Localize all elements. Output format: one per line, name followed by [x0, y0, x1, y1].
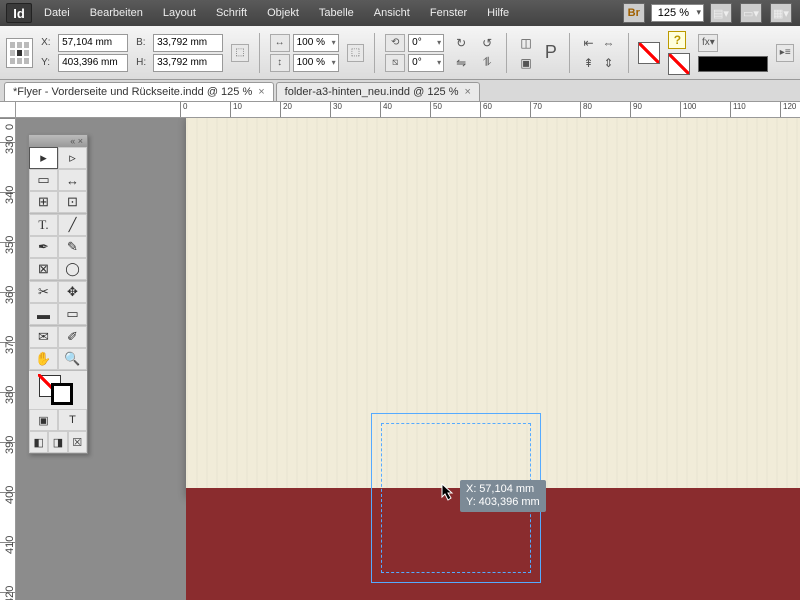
help-icon[interactable]: ?: [668, 31, 686, 49]
tools-panel[interactable]: « × ▸ ▹ ▭ ↔ ⊞ ⊡ T. ╱ ✒ ✎ ⊠ ◯ ✂ ✥ ▬ ▭ ✉ ✐…: [28, 134, 88, 454]
x-label: X:: [41, 37, 55, 48]
pen-tool[interactable]: ✒: [29, 236, 58, 258]
scale-x-field[interactable]: 100 %: [293, 34, 339, 52]
rotate-ccw-icon[interactable]: ↺: [478, 34, 496, 52]
select-content-icon[interactable]: ▣: [517, 54, 535, 72]
p-icon[interactable]: P: [543, 44, 559, 62]
scale-y-icon: ↕: [270, 54, 290, 72]
hand-tool[interactable]: ✋: [29, 348, 58, 370]
direct-selection-tool[interactable]: ▹: [58, 147, 87, 169]
formatting-text-icon[interactable]: T: [58, 409, 87, 431]
menu-window[interactable]: Fenster: [422, 4, 475, 22]
fill-stroke-proxy[interactable]: [29, 371, 87, 409]
apply-none-icon[interactable]: ☒: [68, 431, 87, 453]
zoom-level-select[interactable]: 125 %: [651, 4, 704, 22]
screen-mode-icon[interactable]: ▭▾: [740, 3, 762, 23]
stroke-proxy[interactable]: [51, 383, 73, 405]
align-left-icon[interactable]: ⇤: [580, 34, 598, 52]
y-field[interactable]: 403,396 mm: [58, 54, 128, 72]
scale-y-field[interactable]: 100 %: [293, 54, 339, 72]
h-label: H:: [136, 57, 150, 68]
pencil-tool[interactable]: ✎: [58, 236, 87, 258]
width-field[interactable]: 33,792 mm: [153, 34, 223, 52]
gap-tool[interactable]: ↔: [58, 169, 87, 191]
align-top-icon[interactable]: ⇞: [580, 54, 598, 72]
select-container-icon[interactable]: ◫: [517, 34, 535, 52]
flip-v-icon[interactable]: ⥮: [478, 54, 496, 72]
effects-icon[interactable]: fx▾: [698, 34, 718, 52]
height-field[interactable]: 33,792 mm: [153, 54, 223, 72]
rectangle-frame-tool[interactable]: ⊠: [29, 258, 58, 280]
document-tab-1-label: *Flyer - Vorderseite und Rückseite.indd …: [13, 86, 252, 98]
bridge-icon[interactable]: Br: [623, 3, 645, 23]
apply-gradient-icon[interactable]: ◨: [48, 431, 67, 453]
constrain-wh-icon[interactable]: ⬚: [231, 44, 249, 62]
document-canvas[interactable]: X: 57,104 mm Y: 403,396 mm: [16, 118, 800, 600]
document-tab-2[interactable]: folder-a3-hinten_neu.indd @ 125 % ×: [276, 82, 480, 101]
close-icon[interactable]: ×: [465, 86, 471, 98]
cursor-arrow: [441, 483, 455, 501]
align-center-icon[interactable]: ⇔: [600, 34, 618, 52]
rotation-field[interactable]: 0°: [408, 34, 444, 52]
menu-table[interactable]: Tabelle: [311, 4, 362, 22]
panel-menu-icon[interactable]: ▸≡: [776, 44, 794, 62]
close-icon[interactable]: ×: [258, 86, 264, 98]
gradient-feather-tool[interactable]: ▭: [58, 303, 87, 325]
ellipse-tool[interactable]: ◯: [58, 258, 87, 280]
view-options-icon[interactable]: ▤▾: [710, 3, 732, 23]
free-transform-tool[interactable]: ✥: [58, 281, 87, 303]
w-label: B:: [136, 37, 150, 48]
note-tool[interactable]: ✉: [29, 326, 58, 348]
menu-view[interactable]: Ansicht: [366, 4, 418, 22]
ruler-origin[interactable]: [0, 102, 16, 118]
line-tool[interactable]: ╱: [58, 214, 87, 236]
selection-tool[interactable]: ▸: [29, 147, 58, 169]
fill-swatch[interactable]: [638, 42, 660, 64]
scale-x-icon: ↔: [270, 34, 290, 52]
menu-file[interactable]: Datei: [36, 4, 78, 22]
type-tool[interactable]: T.: [29, 214, 58, 236]
menubar: Id Datei Bearbeiten Layout Schrift Objek…: [0, 0, 800, 26]
tools-panel-header[interactable]: « ×: [29, 135, 87, 147]
apply-color-icon[interactable]: ◧: [29, 431, 48, 453]
gradient-swatch-tool[interactable]: ▬: [29, 303, 58, 325]
page-tool[interactable]: ▭: [29, 169, 58, 191]
reference-point[interactable]: [6, 38, 33, 68]
stroke-style[interactable]: [698, 56, 768, 72]
menu-type[interactable]: Schrift: [208, 4, 255, 22]
menu-edit[interactable]: Bearbeiten: [82, 4, 151, 22]
formatting-container-icon[interactable]: ▣: [29, 409, 58, 431]
vertical-ruler[interactable]: 0 330 340 350 360 370 380 390 400 410 42…: [0, 118, 16, 600]
stroke-swatch[interactable]: [668, 53, 690, 75]
flip-h-icon[interactable]: ⇋: [452, 54, 470, 72]
eyedropper-tool[interactable]: ✐: [58, 326, 87, 348]
x-field[interactable]: 57,104 mm: [58, 34, 128, 52]
document-tab-1[interactable]: *Flyer - Vorderseite und Rückseite.indd …: [4, 82, 274, 101]
arrange-icon[interactable]: ▦▾: [770, 3, 792, 23]
control-bar: X:57,104 mm Y:403,396 mm B:33,792 mm H:3…: [0, 26, 800, 80]
rotate-cw-icon[interactable]: ↻: [452, 34, 470, 52]
menu-layout[interactable]: Layout: [155, 4, 204, 22]
constrain-scale-icon[interactable]: ⬚: [347, 44, 365, 62]
menu-object[interactable]: Objekt: [259, 4, 307, 22]
align-vcenter-icon[interactable]: ⇕: [600, 54, 618, 72]
shear-field[interactable]: 0°: [408, 54, 444, 72]
horizontal-ruler[interactable]: 0 10 20 30 40 50 60 70 80 90 100 110 120: [16, 102, 800, 118]
document-tab-bar: *Flyer - Vorderseite und Rückseite.indd …: [0, 80, 800, 102]
menu-help[interactable]: Hilfe: [479, 4, 517, 22]
rotate-icon: ⟲: [385, 34, 405, 52]
content-collector-tool[interactable]: ⊞: [29, 191, 58, 213]
document-tab-2-label: folder-a3-hinten_neu.indd @ 125 %: [285, 86, 459, 98]
app-logo: Id: [6, 3, 32, 23]
content-placer-tool[interactable]: ⊡: [58, 191, 87, 213]
scissors-tool[interactable]: ✂: [29, 281, 58, 303]
zoom-tool[interactable]: 🔍: [58, 348, 87, 370]
coordinate-tooltip: X: 57,104 mm Y: 403,396 mm: [460, 480, 546, 512]
shear-icon: ⧅: [385, 54, 405, 72]
y-label: Y:: [41, 57, 55, 68]
